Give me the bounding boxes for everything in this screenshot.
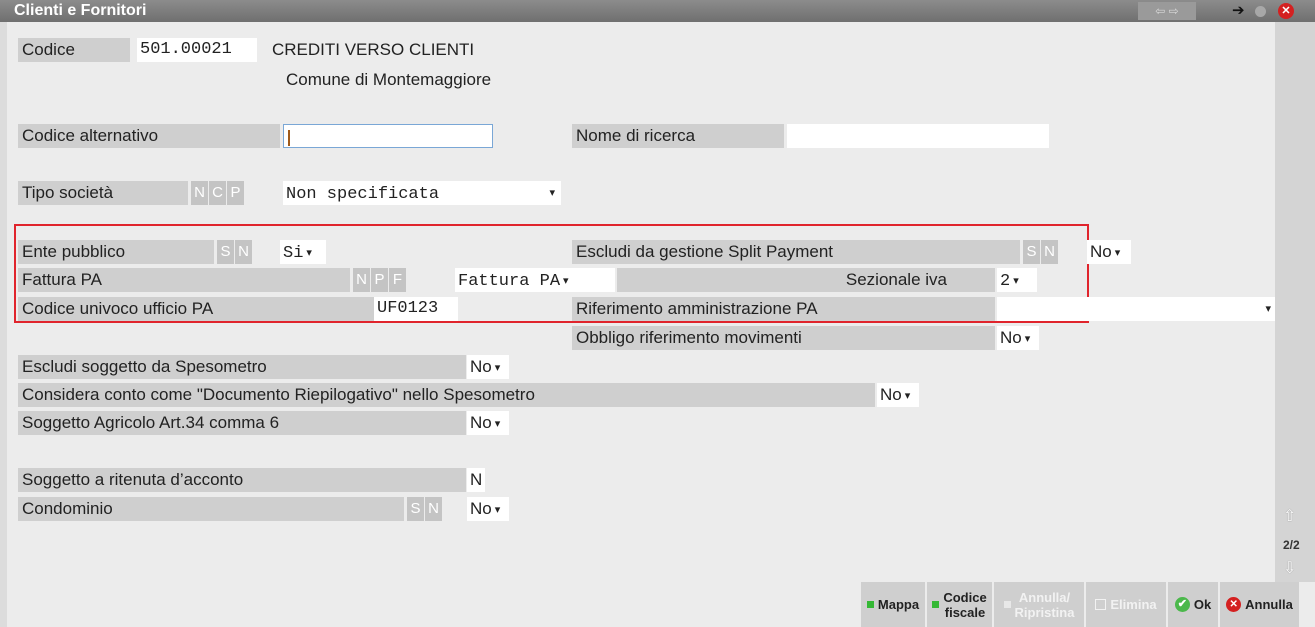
green-square-icon [932,601,940,608]
chevron-down-icon: ▾ [494,503,501,516]
ritenuta-label: Soggetto a ritenuta d’acconto [18,468,466,492]
mappa-button[interactable]: Mappa [861,582,925,627]
green-square-icon [866,601,874,608]
tipo-societa-shortcuts: N C P [191,181,244,205]
chevron-down-icon: ▾ [1265,303,1271,315]
codice-label: Codice [18,38,130,62]
tipo-societa-p-button[interactable]: P [227,181,244,205]
condominio-select[interactable]: No ▾ [467,497,509,521]
tipo-societa-select[interactable]: Non specificata ▾ [283,181,561,205]
nome-ricerca-label: Nome di ricerca [572,124,784,148]
chevron-down-icon: ▾ [306,246,312,259]
chevron-down-icon: ▾ [494,417,501,430]
fattura-pa-select[interactable]: Fattura PA ▾ [455,268,615,292]
condominio-value: No [470,499,492,518]
soggetto-agricolo-value: No [470,413,492,432]
ente-pubblico-n-button[interactable]: N [235,240,252,264]
nome-ricerca-input[interactable] [787,124,1049,148]
condominio-shortcuts: S N [407,497,442,521]
scroll-up-icon[interactable]: ⇧ [1283,506,1296,526]
account-subname: Comune di Montemaggiore [286,70,492,89]
condominio-n-button[interactable]: N [425,497,442,521]
escludi-spesometro-select[interactable]: No ▾ [467,355,509,379]
close-window-icon[interactable]: ✕ [1278,3,1294,19]
soggetto-agricolo-label: Soggetto Agricolo Art.34 comma 6 [18,411,466,435]
split-payment-value: No [1090,242,1112,261]
elimina-button[interactable]: Elimina [1086,582,1166,627]
condominio-label: Condominio [18,497,404,521]
close-icon: ✕ [1226,597,1242,612]
trash-icon [1095,599,1107,610]
bottom-button-bar: Mappa Codice fiscale Annulla/Ripristina E… [861,582,1299,627]
codice-alternativo-label: Codice alternativo [18,124,280,148]
fattura-pa-value: Fattura PA [458,272,561,291]
soggetto-agricolo-select[interactable]: No ▾ [467,411,509,435]
codice-univoco-label: Codice univoco ufficio PA [18,297,374,321]
escludi-spesometro-label: Escludi soggetto da Spesometro [18,355,466,379]
tipo-societa-value: Non specificata [286,185,440,204]
obbligo-rif-label: Obbligo riferimento movimenti [572,326,995,350]
account-name: CREDITI VERSO CLIENTI [272,40,475,59]
left-edge [0,22,7,627]
codice-univoco-field[interactable]: UF0123 [374,297,458,321]
codice-field[interactable]: 501.00021 [137,38,257,62]
chevron-down-icon: ▾ [494,361,501,374]
fattura-pa-f-button[interactable]: F [389,268,406,292]
sezionale-iva-select[interactable]: 2 ▾ [997,268,1037,292]
fattura-pa-p-button[interactable]: P [371,268,388,292]
fattura-pa-shortcuts: N P F [353,268,406,292]
annulla-ripristina-button[interactable]: Annulla/Ripristina [994,582,1084,627]
ok-button[interactable]: ✔ Ok [1168,582,1218,627]
riferimento-amm-select[interactable]: ▾ [997,297,1275,321]
doc-riepilogativo-value: No [880,385,902,404]
window-title-bar: Clienti e Fornitori [0,0,1315,22]
ente-pubblico-shortcuts: S N [217,240,252,264]
chevron-down-icon: ▾ [904,389,911,402]
vertical-scrollbar[interactable] [1275,22,1315,582]
split-payment-label: Escludi da gestione Split Payment [572,240,1020,264]
tipo-societa-c-button[interactable]: C [209,181,226,205]
gray-square-icon [1003,601,1011,608]
chevron-down-icon: ▾ [549,187,555,199]
split-payment-select[interactable]: No ▾ [1087,240,1131,264]
doc-riepilogativo-select[interactable]: No ▾ [877,383,919,407]
record-nav-arrows[interactable]: ⇦ ⇨ [1138,2,1196,20]
escludi-spesometro-value: No [470,357,492,376]
minimize-dot-icon[interactable] [1255,6,1266,17]
scroll-down-icon[interactable]: ⇩ [1283,558,1296,578]
chevron-down-icon: ▾ [1013,274,1019,287]
codice-fiscale-button[interactable]: Codice fiscale [927,582,992,627]
tipo-societa-label: Tipo società [18,181,188,205]
tipo-societa-n-button[interactable]: N [191,181,208,205]
sezionale-iva-label: Sezionale iva [617,268,995,292]
ritenuta-field[interactable]: N [467,468,485,492]
split-payment-shortcuts: S N [1023,240,1058,264]
split-payment-s-button[interactable]: S [1023,240,1040,264]
obbligo-rif-value: No [1000,328,1022,347]
text-cursor [288,129,290,146]
split-payment-n-button[interactable]: N [1041,240,1058,264]
fattura-pa-n-button[interactable]: N [353,268,370,292]
fattura-pa-label: Fattura PA [18,268,350,292]
codice-alternativo-input[interactable] [283,124,493,148]
chevron-down-icon: ▾ [563,274,569,287]
doc-riepilogativo-label: Considera conto come "Documento Riepilog… [18,383,875,407]
ente-pubblico-value: Si [283,244,304,263]
sezionale-iva-value: 2 [1000,272,1011,291]
riferimento-amm-label: Riferimento amministrazione PA [572,297,995,321]
ente-pubblico-s-button[interactable]: S [217,240,234,264]
check-icon: ✔ [1174,597,1190,612]
ente-pubblico-select[interactable]: Si ▾ [280,240,326,264]
chevron-down-icon: ▾ [1114,246,1121,259]
obbligo-rif-select[interactable]: No ▾ [997,326,1039,350]
pin-icon[interactable]: ➔ [1232,0,1245,22]
ente-pubblico-label: Ente pubblico [18,240,214,264]
annulla-button[interactable]: ✕ Annulla [1220,582,1299,627]
condominio-s-button[interactable]: S [407,497,424,521]
chevron-down-icon: ▾ [1024,332,1031,345]
page-indicator: 2/2 [1283,538,1300,552]
window-title: Clienti e Fornitori [14,2,147,19]
